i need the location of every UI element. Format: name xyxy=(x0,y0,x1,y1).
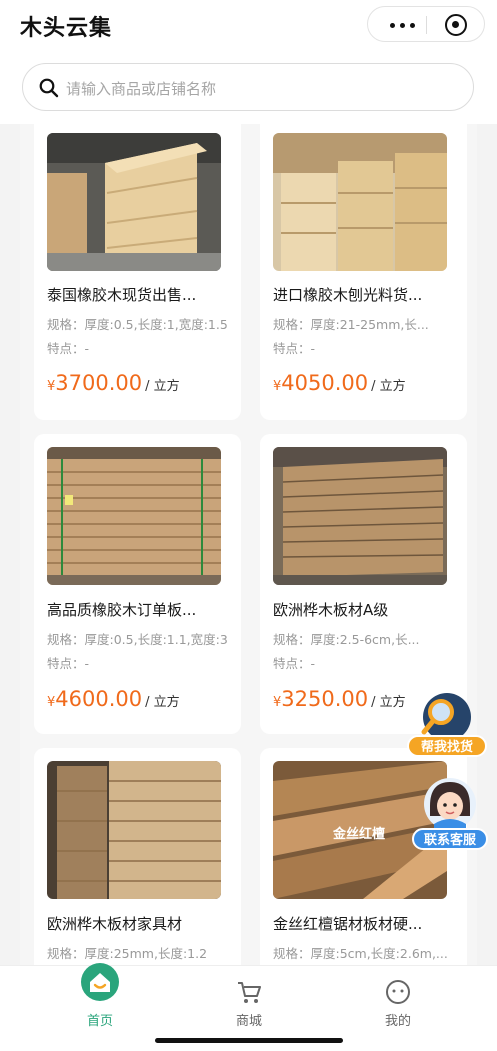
product-feature: 特点：- xyxy=(273,341,316,356)
price-value: 3700.00 xyxy=(55,371,143,395)
close-target-icon[interactable] xyxy=(445,14,467,36)
product-spec: 规格：厚度:2.5-6cm,长... xyxy=(273,632,420,647)
product-image xyxy=(273,447,447,585)
product-price: ¥4050.00/ 立方 xyxy=(273,371,406,395)
capsule-divider xyxy=(426,16,427,34)
home-icon xyxy=(81,963,119,1001)
product-name: 泰国橡胶木现货出售... xyxy=(47,286,197,304)
image-watermark-text: 金丝红檀 xyxy=(333,827,386,842)
price-unit: / 立方 xyxy=(145,379,180,394)
tab-mine[interactable]: 我的 xyxy=(338,966,458,1036)
price-unit: / 立方 xyxy=(371,695,406,710)
find-goods-button[interactable]: 帮我找货 xyxy=(407,692,487,762)
product-price: ¥4600.00/ 立方 xyxy=(47,687,180,711)
product-name: 金丝红檀锯材板材硬... xyxy=(273,915,423,933)
product-card[interactable]: 进口橡胶木刨光料货... 规格：厚度:21-25mm,长... 特点：- ¥40… xyxy=(260,124,467,420)
product-name: 欧洲桦木板材A级 xyxy=(273,601,389,619)
price-unit: / 立方 xyxy=(145,695,180,710)
tab-mall-label: 商城 xyxy=(235,1014,262,1029)
product-name: 高品质橡胶木订单板... xyxy=(47,601,197,619)
product-price: ¥3250.00/ 立方 xyxy=(273,687,406,711)
product-card[interactable]: 欧洲桦木板材家具材 规格：厚度:25mm,长度:1.2 xyxy=(34,748,241,965)
header: 木头云集 请输入商品或店铺名称 xyxy=(0,0,497,124)
price-value: 3250.00 xyxy=(281,687,369,711)
product-feature: 特点：- xyxy=(47,341,90,356)
more-icon[interactable] xyxy=(390,23,416,29)
product-image xyxy=(47,133,221,271)
customer-service-label: 联系客服 xyxy=(412,828,488,850)
product-card[interactable]: 欧洲桦木板材A级 规格：厚度:2.5-6cm,长... 特点：- ¥3250.0… xyxy=(260,434,467,734)
customer-service-avatar-icon xyxy=(424,778,476,832)
product-spec: 规格：厚度:5cm,长度:2.6m,... xyxy=(273,946,448,961)
price-value: 4600.00 xyxy=(55,687,143,711)
product-spec: 规格：厚度:0.5,长度:1,宽度:1.5 xyxy=(47,317,228,332)
search-icon xyxy=(39,78,59,98)
search-input[interactable]: 请输入商品或店铺名称 xyxy=(22,63,474,111)
product-grid: 泰国橡胶木现货出售... 规格：厚度:0.5,长度:1,宽度:1.5 特点：- … xyxy=(20,124,477,965)
product-spec: 规格：厚度:25mm,长度:1.2 xyxy=(47,946,208,961)
product-price: ¥3700.00/ 立方 xyxy=(47,371,180,395)
customer-service-button[interactable]: 联系客服 xyxy=(412,776,488,854)
product-image xyxy=(273,133,447,271)
product-spec: 规格：厚度:0.5,长度:1.1,宽度:3 xyxy=(47,632,228,647)
feed-side-gap xyxy=(0,124,20,965)
search-placeholder: 请输入商品或店铺名称 xyxy=(66,80,217,98)
tab-home[interactable]: 首页 xyxy=(40,963,160,1036)
price-unit: / 立方 xyxy=(371,379,406,394)
product-feature: 特点：- xyxy=(47,656,90,671)
profile-icon xyxy=(386,980,410,1004)
app-title: 木头云集 xyxy=(20,16,113,41)
tab-mine-label: 我的 xyxy=(384,1014,411,1029)
product-image xyxy=(47,761,221,899)
cart-icon xyxy=(238,982,261,1003)
find-goods-label: 帮我找货 xyxy=(407,735,487,757)
product-feature: 特点：- xyxy=(273,656,316,671)
price-value: 4050.00 xyxy=(281,371,369,395)
product-card[interactable]: 泰国橡胶木现货出售... 规格：厚度:0.5,长度:1,宽度:1.5 特点：- … xyxy=(34,124,241,420)
product-spec: 规格：厚度:21-25mm,长... xyxy=(273,317,429,332)
product-card[interactable]: 高品质橡胶木订单板... 规格：厚度:0.5,长度:1.1,宽度:3 特点：- … xyxy=(34,434,241,734)
product-feed[interactable]: 泰国橡胶木现货出售... 规格：厚度:0.5,长度:1,宽度:1.5 特点：- … xyxy=(0,124,497,965)
product-name: 进口橡胶木刨光料货... xyxy=(273,286,423,304)
home-indicator xyxy=(155,1038,343,1043)
product-name: 欧洲桦木板材家具材 xyxy=(47,915,183,933)
tab-home-label: 首页 xyxy=(86,1014,113,1029)
mini-program-capsule xyxy=(367,6,485,42)
product-image xyxy=(47,447,221,585)
tab-mall[interactable]: 商城 xyxy=(189,966,309,1036)
